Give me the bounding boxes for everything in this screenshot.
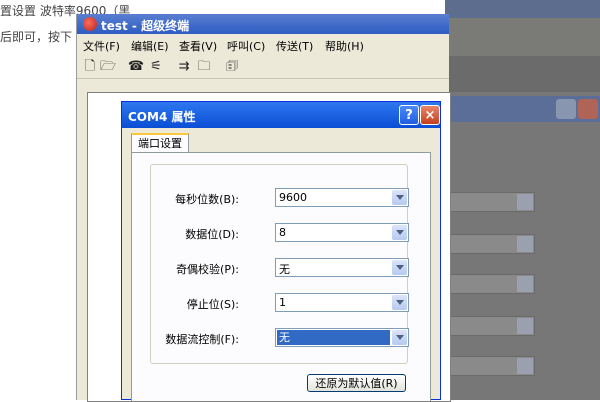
chevron-down-icon[interactable] xyxy=(392,260,407,275)
send-icon[interactable]: ⇉ xyxy=(175,58,193,76)
background-combo xyxy=(445,316,535,336)
background-close-icon xyxy=(578,99,598,119)
data-bits-value: 8 xyxy=(279,226,286,239)
tab-port-settings[interactable]: 端口设置 xyxy=(131,133,189,153)
background-titlebar xyxy=(445,0,600,18)
background-combo xyxy=(445,192,535,212)
menu-view[interactable]: 查看(V) xyxy=(179,38,217,54)
restore-defaults-button[interactable]: 还原为默认值(R) xyxy=(307,374,406,392)
settings-group: 每秒位数(B): 9600 数据位(D): 8 奇偶校验(P): 无 停止位(S… xyxy=(150,164,409,364)
chevron-down-icon[interactable] xyxy=(392,190,407,205)
window-title: test - 超级终端 xyxy=(101,19,190,33)
bits-per-second-select[interactable]: 9600 xyxy=(275,188,409,207)
parity-label: 奇偶校验(P): xyxy=(176,263,239,276)
port-settings-panel: 每秒位数(B): 9600 数据位(D): 8 奇偶校验(P): 无 停止位(S… xyxy=(131,152,431,401)
phone-icon[interactable]: ☎ xyxy=(127,58,145,76)
flow-control-label: 数据流控制(F): xyxy=(165,333,239,346)
stop-bits-label: 停止位(S): xyxy=(186,298,239,311)
background-combo xyxy=(445,356,535,376)
parity-select[interactable]: 无 xyxy=(275,258,409,277)
menu-help[interactable]: 帮助(H) xyxy=(325,38,364,54)
window-titlebar[interactable]: test - 超级终端 xyxy=(77,14,449,34)
properties-icon[interactable]: 🗊 xyxy=(223,58,241,76)
stop-bits-select[interactable]: 1 xyxy=(275,293,409,312)
background-combo xyxy=(445,274,535,294)
new-icon[interactable]: 🗋 xyxy=(81,58,99,76)
dialog-title: COM4 属性 xyxy=(128,110,196,124)
chevron-down-icon[interactable] xyxy=(392,225,407,240)
parity-value: 无 xyxy=(279,263,290,276)
stop-bits-value: 1 xyxy=(279,296,286,309)
open-icon[interactable]: 🗁 xyxy=(99,58,117,76)
bits-per-second-value: 9600 xyxy=(279,191,307,204)
background-combo xyxy=(445,234,535,254)
hyperterminal-icon xyxy=(83,17,97,31)
menu-call[interactable]: 呼叫(C) xyxy=(227,38,265,54)
background-help-icon xyxy=(556,99,576,119)
background-text-line2: 后即可，按下 xyxy=(0,30,73,44)
toolbar: 🗋 🗁 ☎ ⚟ ⇉ 🗀 🗊 xyxy=(77,54,449,79)
menu-file[interactable]: 文件(F) xyxy=(83,38,120,54)
data-bits-label: 数据位(D): xyxy=(185,228,239,241)
menubar: 文件(F) 编辑(E) 查看(V) 呼叫(C) 传送(T) 帮助(H) xyxy=(77,36,449,54)
chevron-down-icon[interactable] xyxy=(392,330,407,345)
menu-transfer[interactable]: 传送(T) xyxy=(276,38,313,54)
menu-edit[interactable]: 编辑(E) xyxy=(131,38,169,54)
close-button[interactable]: × xyxy=(420,105,440,125)
background-dialog-title xyxy=(445,96,600,122)
bits-per-second-label: 每秒位数(B): xyxy=(175,193,239,206)
receive-icon[interactable]: 🗀 xyxy=(195,58,213,76)
background-menubar xyxy=(445,18,600,56)
com4-properties-dialog: COM4 属性 ? × 端口设置 每秒位数(B): 9600 数据位(D): 8… xyxy=(121,101,441,401)
flow-control-value: 无 xyxy=(277,330,390,345)
disconnect-icon[interactable]: ⚟ xyxy=(147,58,165,76)
dialog-titlebar[interactable]: COM4 属性 ? × xyxy=(122,102,440,128)
help-button[interactable]: ? xyxy=(399,105,419,125)
data-bits-select[interactable]: 8 xyxy=(275,223,409,242)
flow-control-select[interactable]: 无 xyxy=(275,328,409,347)
chevron-down-icon[interactable] xyxy=(392,295,407,310)
